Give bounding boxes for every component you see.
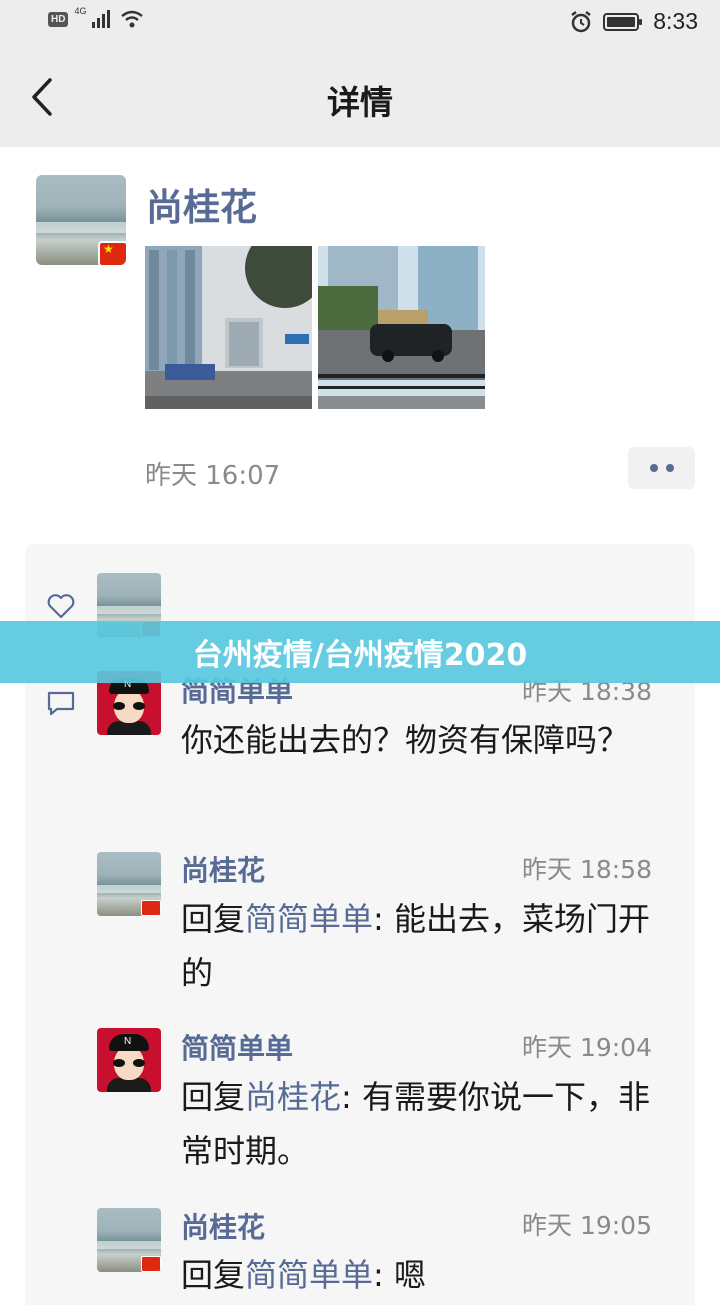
status-bar: HD 4G 8:33 [0, 0, 720, 46]
comment-text: 回复尚桂花: 有需要你说一下，非常时期。 [181, 1070, 671, 1178]
comment-text: 回复简简单单: 嗯 [181, 1248, 671, 1302]
reply-prefix: 回复 [181, 900, 246, 938]
reply-target[interactable]: 尚桂花 [245, 1078, 341, 1116]
china-flag-icon [141, 1256, 161, 1272]
commenter-avatar[interactable] [97, 1028, 161, 1092]
reply-target[interactable]: 简简单单 [245, 1256, 373, 1294]
reply-prefix: 回复 [181, 1256, 246, 1294]
comment-author[interactable]: 尚桂花 [181, 1206, 265, 1246]
comment-time: 昨天 19:04 [522, 1033, 652, 1062]
page-title: 详情 [327, 83, 393, 122]
china-flag-icon [98, 241, 126, 265]
commenter-avatar[interactable] [97, 1208, 161, 1272]
comment-time: 昨天 18:58 [522, 855, 652, 884]
street-photo-image [318, 246, 485, 409]
dot-icon [649, 464, 658, 472]
network-type: 4G [74, 6, 87, 16]
post-photo-1[interactable] [145, 246, 312, 409]
comment-author[interactable]: 简简单单 [181, 1027, 293, 1067]
author-avatar[interactable] [36, 175, 126, 265]
post-photo-2[interactable] [318, 246, 485, 409]
comment-icon [47, 691, 75, 716]
commenter-avatar[interactable] [97, 852, 161, 916]
china-flag-icon [141, 900, 161, 916]
title-overlay-banner: 台州疫情/台州疫情2020 [0, 621, 720, 683]
clock: 8:33 [653, 8, 698, 34]
signal-icon [92, 10, 111, 28]
heart-icon [47, 594, 75, 619]
street-photo-image [145, 246, 312, 409]
reply-body: : 嗯 [373, 1256, 426, 1294]
battery-icon [603, 12, 643, 31]
wifi-icon [121, 10, 144, 28]
comment-author[interactable]: 尚桂花 [181, 849, 265, 889]
post-author[interactable]: 尚桂花 [146, 177, 257, 231]
alarm-icon [571, 10, 591, 32]
dot-icon [665, 464, 674, 472]
post-timestamp: 昨天 16:07 [145, 461, 281, 491]
comment-text: 回复简简单单: 能出去，菜场门开的 [181, 892, 671, 1000]
comment-text: 你还能出去的？物资有保障吗？ [181, 721, 630, 759]
more-actions-button[interactable] [628, 447, 695, 489]
reply-prefix: 回复 [181, 1078, 246, 1116]
hd-icon: HD [48, 11, 69, 27]
banner-text: 台州疫情/台州疫情2020 [192, 638, 528, 673]
comment-time: 昨天 19:05 [522, 1211, 652, 1240]
reply-target[interactable]: 简简单单 [245, 900, 373, 938]
